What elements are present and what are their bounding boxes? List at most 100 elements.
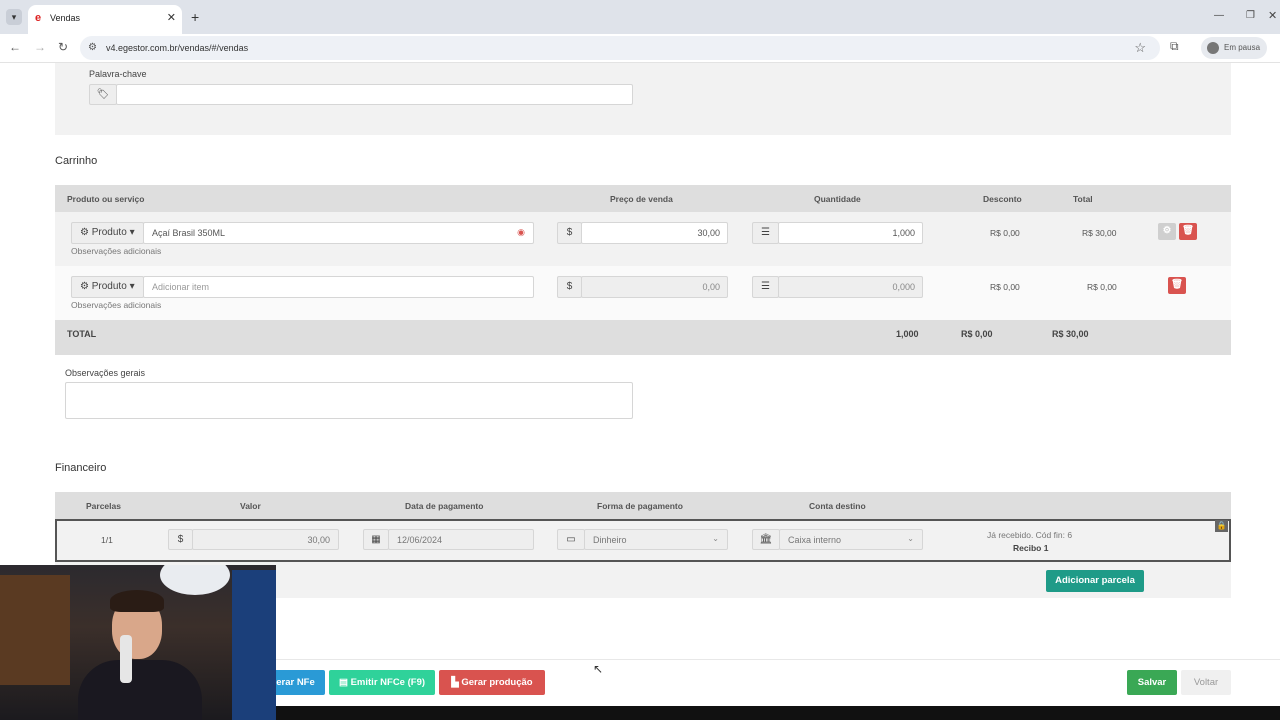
- currency-addon: $: [557, 222, 582, 244]
- header-destination-account: Conta destino: [809, 501, 866, 511]
- url-text: v4.egestor.com.br/vendas/#/vendas: [106, 43, 249, 53]
- restore-icon[interactable]: ❐: [1246, 10, 1255, 21]
- webcam-person-body: [78, 660, 202, 720]
- browser-tab-bar: ▾ e Vendas ✕ + — ❐ ✕: [0, 0, 1280, 34]
- payment-method-select: Dinheiro ⌄: [584, 529, 728, 550]
- installment-number: 1/1: [101, 535, 113, 545]
- generate-production-button[interactable]: ▙ Gerar produção: [439, 670, 545, 695]
- back-arrow-icon[interactable]: ←: [9, 40, 21, 54]
- list-icon: ☰: [752, 276, 779, 298]
- header-value: Valor: [240, 501, 261, 511]
- forward-arrow-icon[interactable]: →: [34, 40, 46, 54]
- address-bar[interactable]: ⚙ v4.egestor.com.br/vendas/#/vendas ☆: [80, 36, 1160, 60]
- tab-title: Vendas: [50, 13, 81, 23]
- product-type-icon: ⚙: [80, 227, 89, 238]
- generate-production-label: Gerar produção: [461, 677, 533, 688]
- credit-card-icon: ▭: [557, 529, 585, 550]
- row-settings-gear-icon[interactable]: ⚙: [1158, 223, 1176, 240]
- factory-icon: ▙: [451, 677, 459, 688]
- general-notes-label: Observações gerais: [65, 368, 146, 378]
- caret-down-icon: ▾: [129, 281, 135, 292]
- close-tab-icon[interactable]: ✕: [167, 11, 176, 24]
- emit-nfce-button[interactable]: ▤ Emitir NFCe (F9): [329, 670, 435, 695]
- currency-addon: $: [168, 529, 193, 550]
- installment-value: 30,00: [307, 535, 330, 545]
- extensions-icon[interactable]: ⧉: [1170, 39, 1179, 54]
- price-input[interactable]: 30,00: [581, 222, 728, 244]
- delete-row-trash-icon[interactable]: 🗑: [1168, 277, 1186, 294]
- product-type-dropdown[interactable]: ⚙ Produto ▾: [71, 222, 144, 244]
- product-type-label: Produto: [91, 227, 127, 238]
- calendar-icon: ▦: [363, 529, 389, 550]
- destination-account-value: Caixa interno: [788, 535, 842, 545]
- total-value: R$ 30,00: [1082, 228, 1117, 238]
- add-installment-button[interactable]: Adicionar parcela: [1046, 570, 1144, 592]
- reload-icon[interactable]: ↻: [58, 40, 68, 54]
- chevron-down-icon: ⌄: [712, 534, 719, 543]
- product-type-icon: ⚙: [80, 281, 89, 292]
- caret-down-icon: ▾: [129, 227, 135, 238]
- product-type-dropdown[interactable]: ⚙ Produto ▾: [71, 276, 144, 298]
- quantity-value: 0,000: [892, 282, 915, 292]
- product-item-value: Açaí Brasil 350ML: [152, 228, 226, 238]
- new-tab-icon[interactable]: +: [191, 9, 199, 25]
- header-installments: Parcelas: [86, 501, 121, 511]
- webcam-ring-light: [160, 565, 230, 595]
- profile-button[interactable]: Em pausa: [1201, 37, 1267, 59]
- general-notes-textarea[interactable]: [65, 382, 633, 419]
- webcam-microphone: [120, 635, 132, 683]
- delete-row-trash-icon[interactable]: 🗑: [1179, 223, 1197, 240]
- emit-nfce-label: Emitir NFCe (F9): [350, 677, 426, 688]
- keyword-input[interactable]: [116, 84, 633, 105]
- price-input: 0,00: [581, 276, 728, 298]
- product-type-label: Produto: [91, 281, 127, 292]
- back-button[interactable]: Voltar: [1181, 670, 1231, 695]
- product-item-input[interactable]: Açaí Brasil 350ML ◉: [143, 222, 534, 244]
- installment-value-input: 30,00: [192, 529, 339, 550]
- total-value: R$ 0,00: [1087, 282, 1117, 292]
- financial-title: Financeiro: [55, 462, 107, 474]
- add-item-input[interactable]: Adicionar item: [143, 276, 534, 298]
- site-favicon-icon: e: [35, 12, 42, 24]
- keyword-label: Palavra-chave: [89, 69, 147, 79]
- add-item-placeholder: Adicionar item: [152, 282, 210, 292]
- avatar: [1207, 42, 1219, 54]
- total-amount: R$ 30,00: [1052, 329, 1089, 339]
- quantity-input[interactable]: 1,000: [778, 222, 923, 244]
- discount-value: R$ 0,00: [990, 228, 1020, 238]
- total-quantity: 1,000: [896, 329, 919, 339]
- total-discount: R$ 0,00: [961, 329, 993, 339]
- save-button[interactable]: Salvar: [1127, 670, 1177, 695]
- price-value: 30,00: [697, 228, 720, 238]
- additional-notes-link[interactable]: Observações adicionais: [71, 300, 161, 310]
- additional-notes-link[interactable]: Observações adicionais: [71, 246, 161, 256]
- webcam-overlay: [0, 565, 276, 720]
- discount-value: R$ 0,00: [990, 282, 1020, 292]
- destination-account-select: Caixa interno ⌄: [779, 529, 923, 550]
- payment-date-input: 12/06/2024: [388, 529, 534, 550]
- bookmark-star-icon[interactable]: ☆: [1134, 40, 1146, 56]
- mouse-cursor-icon: ↖: [593, 662, 604, 676]
- tab-search-icon[interactable]: ▾: [6, 9, 22, 25]
- total-label: TOTAL: [67, 329, 97, 339]
- payment-method-value: Dinheiro: [593, 535, 627, 545]
- header-price: Preço de venda: [610, 194, 673, 204]
- webcam-background-shelf: [0, 575, 70, 685]
- site-info-icon[interactable]: ⚙: [88, 42, 97, 53]
- list-icon: ☰: [752, 222, 779, 244]
- header-payment-method: Forma de pagamento: [597, 501, 683, 511]
- cart-title: Carrinho: [55, 155, 98, 167]
- currency-addon: $: [557, 276, 582, 298]
- quantity-input: 0,000: [778, 276, 923, 298]
- chevron-down-icon: ⌄: [907, 534, 914, 543]
- receipt-link[interactable]: Recibo 1: [1013, 543, 1048, 553]
- header-product: Produto ou serviço: [67, 194, 145, 204]
- browser-tab[interactable]: e Vendas ✕: [28, 5, 182, 34]
- minimize-icon[interactable]: —: [1214, 10, 1224, 21]
- lock-icon: 🔒: [1215, 520, 1228, 532]
- close-window-icon[interactable]: ✕: [1268, 9, 1277, 22]
- header-total: Total: [1073, 194, 1093, 204]
- bank-icon: 🏛: [752, 529, 780, 550]
- webcam-background-art: [232, 570, 276, 720]
- view-eye-icon[interactable]: ◉: [517, 227, 525, 238]
